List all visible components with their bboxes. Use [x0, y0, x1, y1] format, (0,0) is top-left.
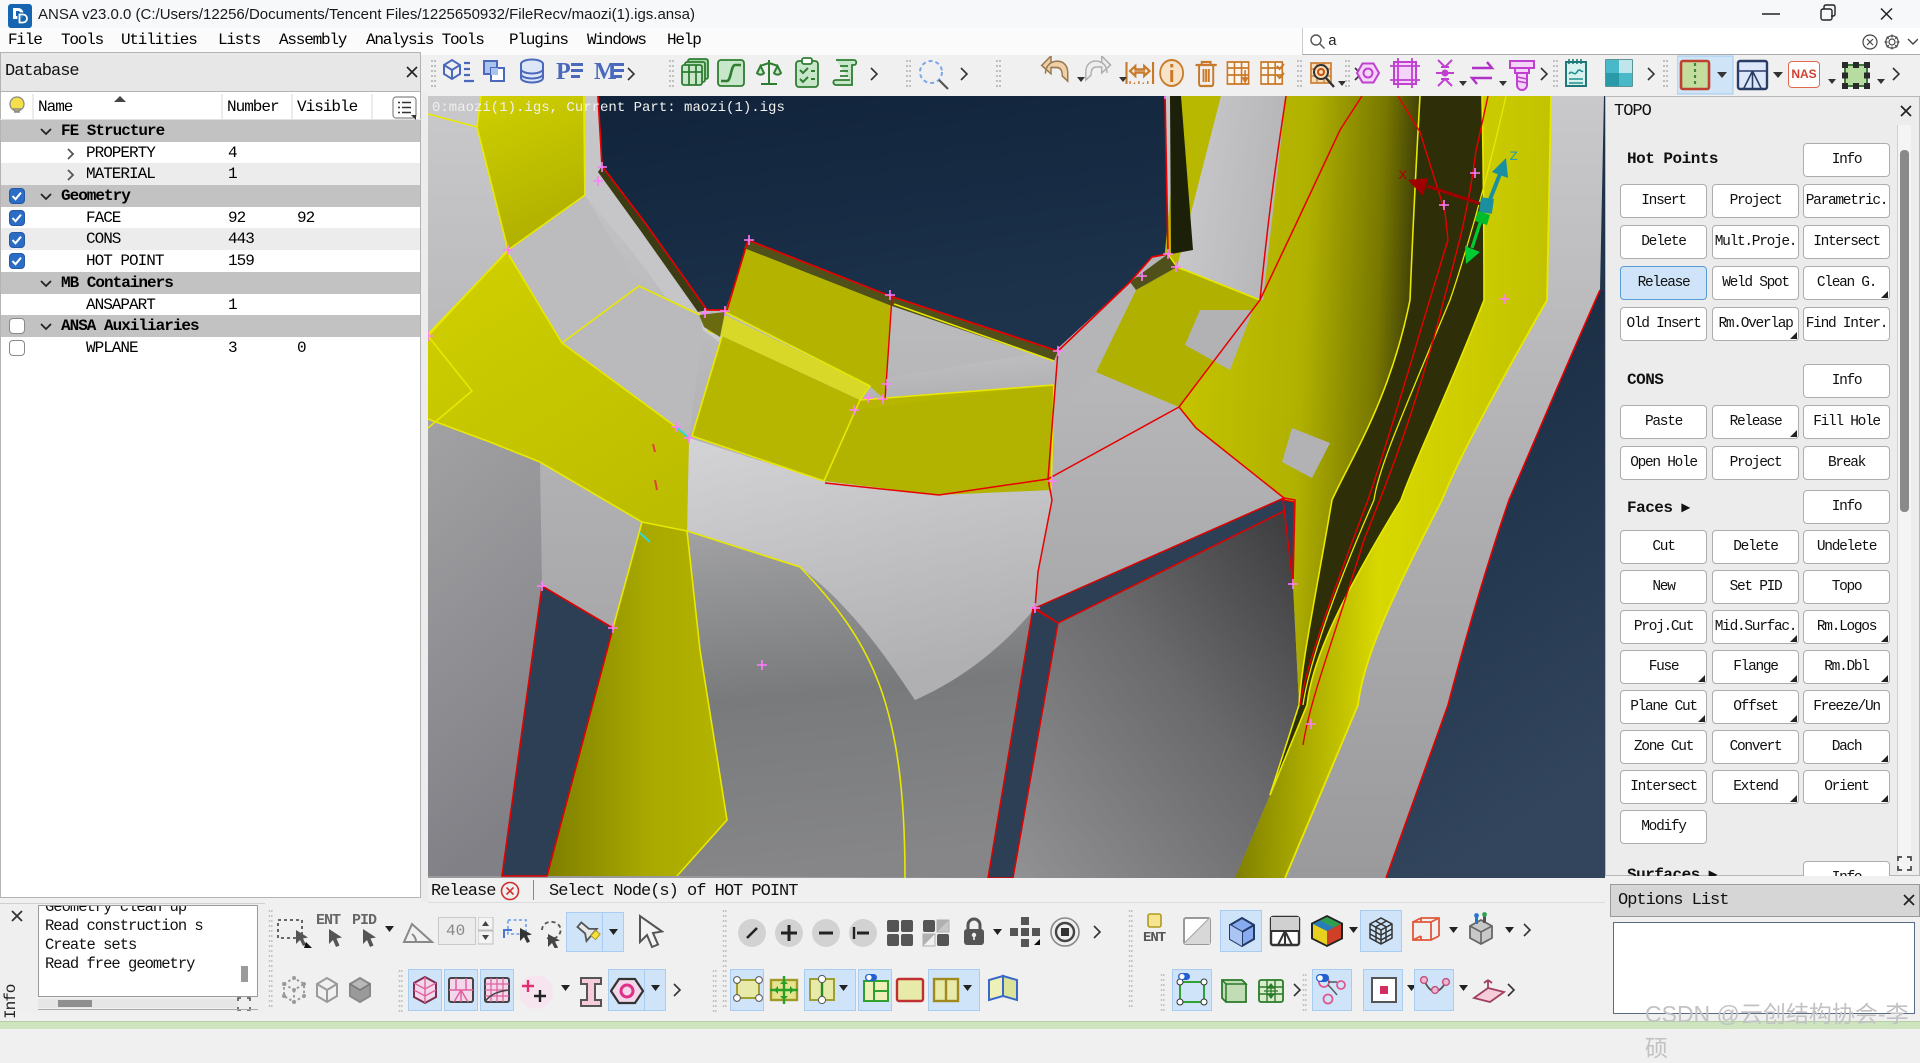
svg-text:x: x	[1398, 166, 1408, 184]
svg-text:z: z	[1509, 147, 1519, 165]
svg-text:P: P	[556, 59, 571, 85]
svg-text:0:maozi(1).igs, Current Pa: 0:maozi(1).igs, Current Part: maozi(1).i…	[432, 100, 785, 116]
svg-text:M: M	[594, 59, 617, 85]
